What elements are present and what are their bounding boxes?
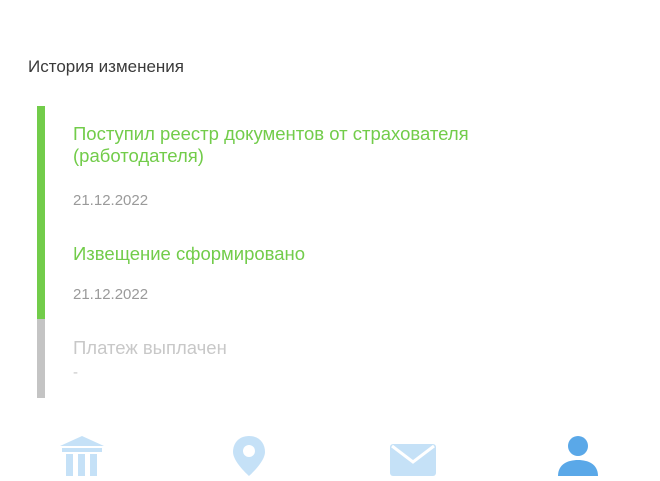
timeline-pending-bar	[37, 319, 45, 398]
history-entry-notice-generated-date-row: 21.12.2022	[73, 286, 593, 303]
location-pin-icon[interactable]	[232, 436, 266, 481]
history-title: История изменения	[28, 57, 185, 76]
history-entry-date: 21.12.2022	[73, 286, 149, 303]
history-entry-notice-generated: Извещение сформировано	[73, 243, 593, 265]
history-entry-date: -	[73, 364, 78, 381]
bank-icon[interactable]	[60, 436, 104, 481]
history-entry-title: Поступил реестр документов от страховате…	[73, 123, 469, 166]
timeline-progress-bar	[37, 106, 45, 319]
history-entry-title: Извещение сформировано	[73, 243, 306, 264]
history-entry-registry-received: Поступил реестр документов от страховате…	[73, 123, 593, 167]
history-timeline: Поступил реестр документов от страховате…	[37, 106, 637, 398]
bottom-navigation	[0, 436, 660, 476]
history-entry-payment-paid: Платеж выплачен	[73, 337, 593, 359]
history-entry-payment-paid-date-row: -	[73, 364, 593, 381]
history-entry-title: Платеж выплачен	[73, 337, 227, 358]
profile-icon[interactable]	[556, 436, 600, 481]
history-entry-date: 21.12.2022	[73, 192, 149, 209]
mail-icon[interactable]	[390, 436, 436, 481]
history-entry-registry-received-date-row: 21.12.2022	[73, 192, 593, 209]
